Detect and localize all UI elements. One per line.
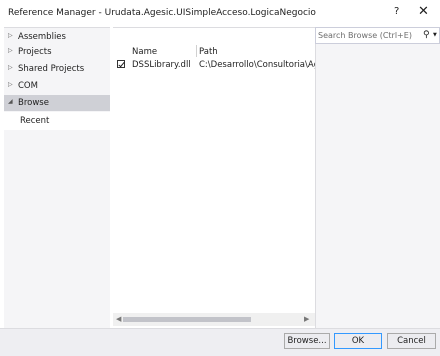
scrollbar-thumb[interactable] — [123, 317, 251, 322]
sidebar-subitem-recent[interactable]: Recent — [4, 112, 110, 130]
chevron-down-icon[interactable]: ▼ — [433, 32, 437, 38]
title-bar: Reference Manager - Urudata.Agesic.UISim… — [0, 0, 440, 27]
sidebar-item-assemblies[interactable]: ▷ Assemblies — [4, 29, 110, 45]
details-pane — [315, 27, 440, 328]
close-button[interactable]: ✕ — [418, 4, 429, 19]
search-icon[interactable]: ⚲ — [423, 30, 430, 40]
column-separator[interactable] — [196, 45, 197, 57]
sidebar-item-label: Assemblies — [18, 32, 66, 42]
scroll-left-icon[interactable]: ◀ — [116, 315, 121, 323]
sidebar-item-label: COM — [18, 81, 38, 91]
help-button[interactable]: ? — [394, 6, 399, 17]
sidebar-item-label: Browse — [18, 98, 49, 108]
cancel-button[interactable]: Cancel — [387, 333, 436, 349]
sidebar-subitem-label: Recent — [20, 116, 50, 126]
sidebar-item-label: Shared Projects — [18, 64, 85, 74]
browse-button[interactable]: Browse... — [284, 333, 330, 349]
chevron-right-icon: ▷ — [8, 47, 13, 54]
sidebar-item-com[interactable]: ▷ COM — [4, 78, 110, 94]
sidebar-item-browse[interactable]: ◢ Browse — [4, 95, 110, 111]
horizontal-scrollbar[interactable]: ◀ ▶ — [113, 313, 315, 326]
scroll-right-icon[interactable]: ▶ — [304, 315, 309, 323]
sidebar-item-label: Projects — [18, 47, 52, 57]
reference-checkbox[interactable] — [117, 60, 125, 68]
chevron-right-icon: ▷ — [8, 81, 13, 88]
window-title: Reference Manager - Urudata.Agesic.UISim… — [8, 8, 316, 18]
chevron-down-icon: ◢ — [8, 98, 13, 105]
column-header-path[interactable]: Path — [199, 47, 218, 57]
sidebar-item-projects[interactable]: ▷ Projects — [4, 44, 110, 60]
chevron-right-icon: ▷ — [8, 32, 13, 39]
cell-name: DSSLibrary.dll — [132, 60, 191, 70]
column-header-name[interactable]: Name — [132, 47, 157, 57]
search-placeholder: Search Browse (Ctrl+E) — [318, 31, 412, 40]
ok-button[interactable]: OK — [334, 333, 382, 349]
reference-list — [113, 27, 315, 328]
chevron-right-icon: ▷ — [8, 64, 13, 71]
sidebar: ▷ Assemblies ▷ Projects ▷ Shared Project… — [4, 27, 110, 328]
sidebar-item-shared-projects[interactable]: ▷ Shared Projects — [4, 61, 110, 77]
cell-path: C:\Desarrollo\Consultoria\Agesic\ — [199, 60, 315, 70]
